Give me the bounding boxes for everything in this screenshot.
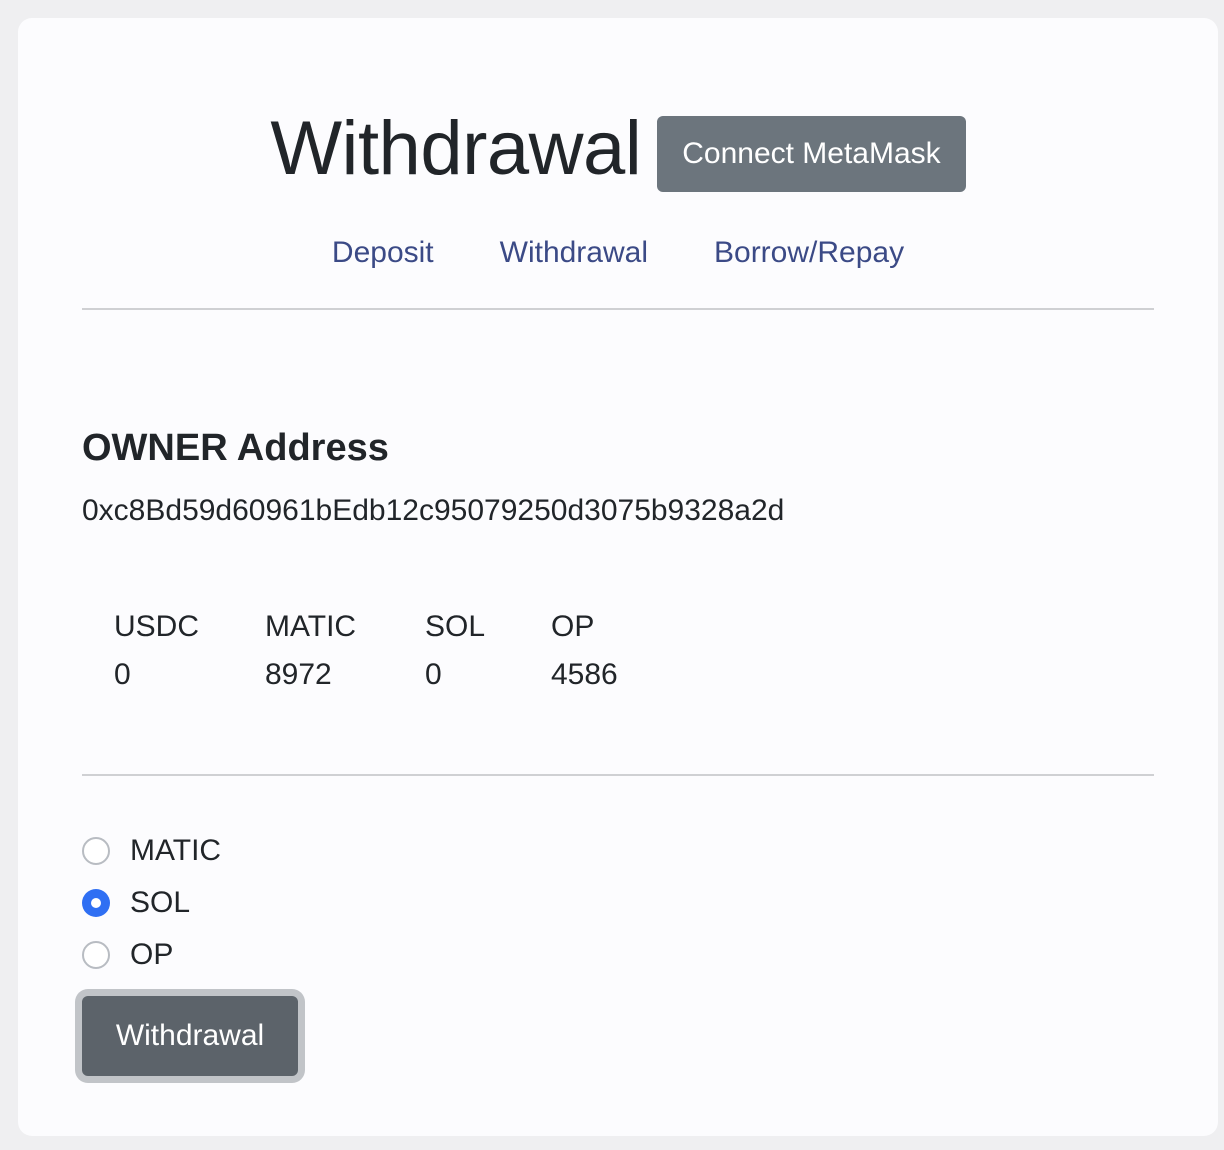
balance-token-label: SOL — [425, 610, 486, 643]
balances-divider — [82, 774, 1154, 776]
balance-token-label: MATIC — [265, 610, 357, 643]
header-divider — [82, 308, 1154, 310]
token-option-matic[interactable]: MATIC — [82, 825, 221, 877]
nav-link-deposit[interactable]: Deposit — [332, 236, 434, 270]
balance-amount: 0 — [114, 658, 131, 691]
owner-address-value: 0xc8Bd59d60961bEdb12c95079250d3075b9328a… — [82, 494, 785, 527]
balance-amount: 4586 — [551, 658, 618, 691]
connect-metamask-button[interactable]: Connect MetaMask — [657, 116, 966, 192]
withdrawal-card: Withdrawal Connect MetaMask Deposit With… — [18, 18, 1218, 1136]
radio-button-matic[interactable] — [82, 837, 110, 865]
radio-button-op[interactable] — [82, 941, 110, 969]
balances-table: USDC 0 MATIC 8972 SOL 0 OP 4586 — [114, 603, 671, 699]
token-option-op[interactable]: OP — [82, 929, 221, 981]
owner-address-heading: OWNER Address — [82, 427, 389, 469]
token-option-sol[interactable]: SOL — [82, 877, 221, 929]
token-radio-group: MATIC SOL OP — [82, 825, 221, 981]
balance-token-label: USDC — [114, 610, 200, 643]
main-nav: Deposit Withdrawal Borrow/Repay — [18, 236, 1218, 270]
radio-button-sol[interactable] — [82, 889, 110, 917]
page-header: Withdrawal Connect MetaMask — [18, 106, 1218, 192]
balance-amount: 0 — [425, 658, 442, 691]
page-title: Withdrawal — [270, 106, 642, 191]
radio-label-sol: SOL — [130, 886, 191, 919]
balance-amount: 8972 — [265, 658, 332, 691]
balance-column-usdc: USDC 0 — [114, 603, 265, 699]
radio-label-op: OP — [130, 938, 174, 971]
balance-column-op: OP 4586 — [551, 603, 671, 699]
withdrawal-submit-button[interactable]: Withdrawal — [82, 996, 298, 1076]
balance-column-sol: SOL 0 — [425, 603, 551, 699]
nav-link-withdrawal[interactable]: Withdrawal — [500, 236, 648, 270]
balance-token-label: OP — [551, 610, 595, 643]
balance-column-matic: MATIC 8972 — [265, 603, 425, 699]
radio-label-matic: MATIC — [130, 834, 222, 867]
nav-link-borrow-repay[interactable]: Borrow/Repay — [714, 236, 904, 270]
